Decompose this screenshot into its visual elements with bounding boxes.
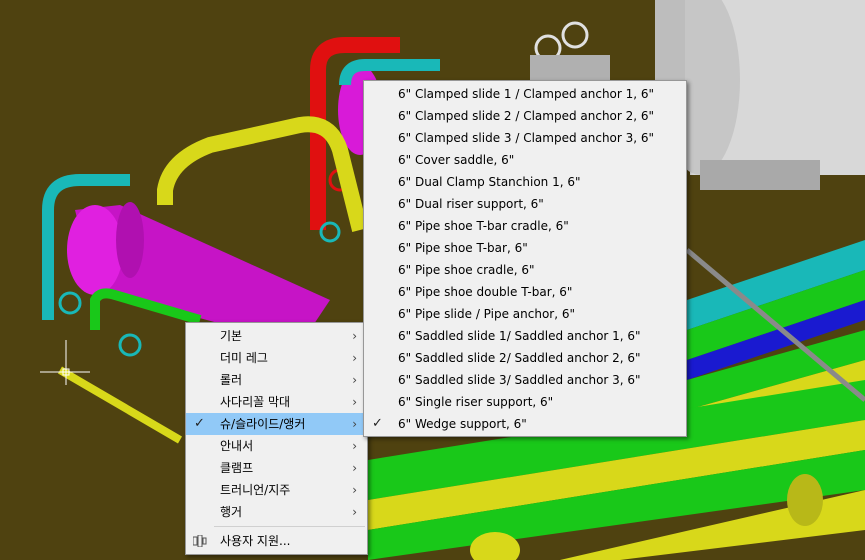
- submenu-item-label: 6" Dual Clamp Stanchion 1, 6": [398, 175, 581, 189]
- submenu-item[interactable]: 6" Pipe shoe T-bar cradle, 6": [364, 215, 686, 237]
- submenu-support-types: 6" Clamped slide 1 / Clamped anchor 1, 6…: [363, 80, 687, 437]
- submenu-item[interactable]: 6" Clamped slide 1 / Clamped anchor 1, 6…: [364, 83, 686, 105]
- submenu-item[interactable]: 6" Saddled slide 1/ Saddled anchor 1, 6": [364, 325, 686, 347]
- chevron-right-icon: ›: [352, 439, 357, 453]
- submenu-item[interactable]: 6" Pipe shoe double T-bar, 6": [364, 281, 686, 303]
- menu-item-label: 트러니언/지주: [220, 483, 291, 497]
- submenu-item[interactable]: 6" Dual riser support, 6": [364, 193, 686, 215]
- menu-item-label: 더미 레그: [220, 351, 268, 365]
- menu-item-label: 슈/슬라이드/앵커: [220, 417, 306, 431]
- chevron-right-icon: ›: [352, 329, 357, 343]
- menu-item-label: 클램프: [220, 461, 254, 475]
- submenu-item[interactable]: 6" Clamped slide 2 / Clamped anchor 2, 6…: [364, 105, 686, 127]
- menu-item-clamp[interactable]: 클램프 ›: [186, 457, 367, 479]
- checkmark-icon: ✓: [194, 416, 205, 431]
- menu-item-user-support[interactable]: 사용자 지원...: [186, 530, 367, 552]
- submenu-item-label: 6" Clamped slide 3 / Clamped anchor 3, 6…: [398, 131, 655, 145]
- submenu-item[interactable]: 6" Saddled slide 3/ Saddled anchor 3, 6": [364, 369, 686, 391]
- menu-item-label: 기본: [220, 329, 243, 343]
- user-support-icon: [193, 535, 207, 547]
- submenu-item-label: 6" Clamped slide 2 / Clamped anchor 2, 6…: [398, 109, 655, 123]
- chevron-right-icon: ›: [352, 395, 357, 409]
- submenu-item-label: 6" Dual riser support, 6": [398, 197, 544, 211]
- context-menu-support-categories: 기본 › 더미 레그 › 롤러 › 사다리꼴 막대 › ✓ 슈/슬라이드/앵커 …: [185, 322, 368, 555]
- menu-item-label: 롤러: [220, 373, 243, 387]
- menu-item-trunnion-post[interactable]: 트러니언/지주 ›: [186, 479, 367, 501]
- menu-item-shoe-slide-anchor[interactable]: ✓ 슈/슬라이드/앵커 ›: [186, 413, 367, 435]
- submenu-item-label: 6" Pipe shoe T-bar, 6": [398, 241, 528, 255]
- menu-item-guide[interactable]: 안내서 ›: [186, 435, 367, 457]
- submenu-item[interactable]: 6" Clamped slide 3 / Clamped anchor 3, 6…: [364, 127, 686, 149]
- menu-item-trapeze[interactable]: 사다리꼴 막대 ›: [186, 391, 367, 413]
- submenu-item-label: 6" Cover saddle, 6": [398, 153, 515, 167]
- menu-separator: [214, 526, 365, 527]
- submenu-item[interactable]: 6" Single riser support, 6": [364, 391, 686, 413]
- menu-item-label: 사다리꼴 막대: [220, 395, 291, 409]
- submenu-item-label: 6" Pipe shoe cradle, 6": [398, 263, 535, 277]
- menu-item-label: 행거: [220, 505, 243, 519]
- submenu-item-label: 6" Saddled slide 3/ Saddled anchor 3, 6": [398, 373, 641, 387]
- checkmark-icon: ✓: [372, 416, 383, 431]
- submenu-item-wedge-support[interactable]: ✓ 6" Wedge support, 6": [364, 413, 686, 435]
- submenu-item[interactable]: 6" Saddled slide 2/ Saddled anchor 2, 6": [364, 347, 686, 369]
- menu-item-roller[interactable]: 롤러 ›: [186, 369, 367, 391]
- chevron-right-icon: ›: [352, 417, 357, 431]
- submenu-item-label: 6" Wedge support, 6": [398, 417, 527, 431]
- chevron-right-icon: ›: [352, 483, 357, 497]
- menu-item-dummy-leg[interactable]: 더미 레그 ›: [186, 347, 367, 369]
- submenu-item-label: 6" Saddled slide 2/ Saddled anchor 2, 6": [398, 351, 641, 365]
- menu-item-label: 안내서: [220, 439, 254, 453]
- menu-item-label: 사용자 지원...: [220, 534, 291, 548]
- menu-item-hanger[interactable]: 행거 ›: [186, 501, 367, 523]
- menu-item-basic[interactable]: 기본 ›: [186, 325, 367, 347]
- submenu-item[interactable]: 6" Pipe shoe T-bar, 6": [364, 237, 686, 259]
- submenu-item[interactable]: 6" Pipe slide / Pipe anchor, 6": [364, 303, 686, 325]
- submenu-item[interactable]: 6" Pipe shoe cradle, 6": [364, 259, 686, 281]
- chevron-right-icon: ›: [352, 461, 357, 475]
- submenu-item-label: 6" Single riser support, 6": [398, 395, 554, 409]
- submenu-item-label: 6" Pipe slide / Pipe anchor, 6": [398, 307, 576, 321]
- submenu-item-label: 6" Clamped slide 1 / Clamped anchor 1, 6…: [398, 87, 655, 101]
- chevron-right-icon: ›: [352, 373, 357, 387]
- submenu-item-label: 6" Pipe shoe double T-bar, 6": [398, 285, 573, 299]
- submenu-item[interactable]: 6" Cover saddle, 6": [364, 149, 686, 171]
- submenu-item-label: 6" Saddled slide 1/ Saddled anchor 1, 6": [398, 329, 641, 343]
- chevron-right-icon: ›: [352, 351, 357, 365]
- submenu-item-label: 6" Pipe shoe T-bar cradle, 6": [398, 219, 569, 233]
- chevron-right-icon: ›: [352, 505, 357, 519]
- submenu-item[interactable]: 6" Dual Clamp Stanchion 1, 6": [364, 171, 686, 193]
